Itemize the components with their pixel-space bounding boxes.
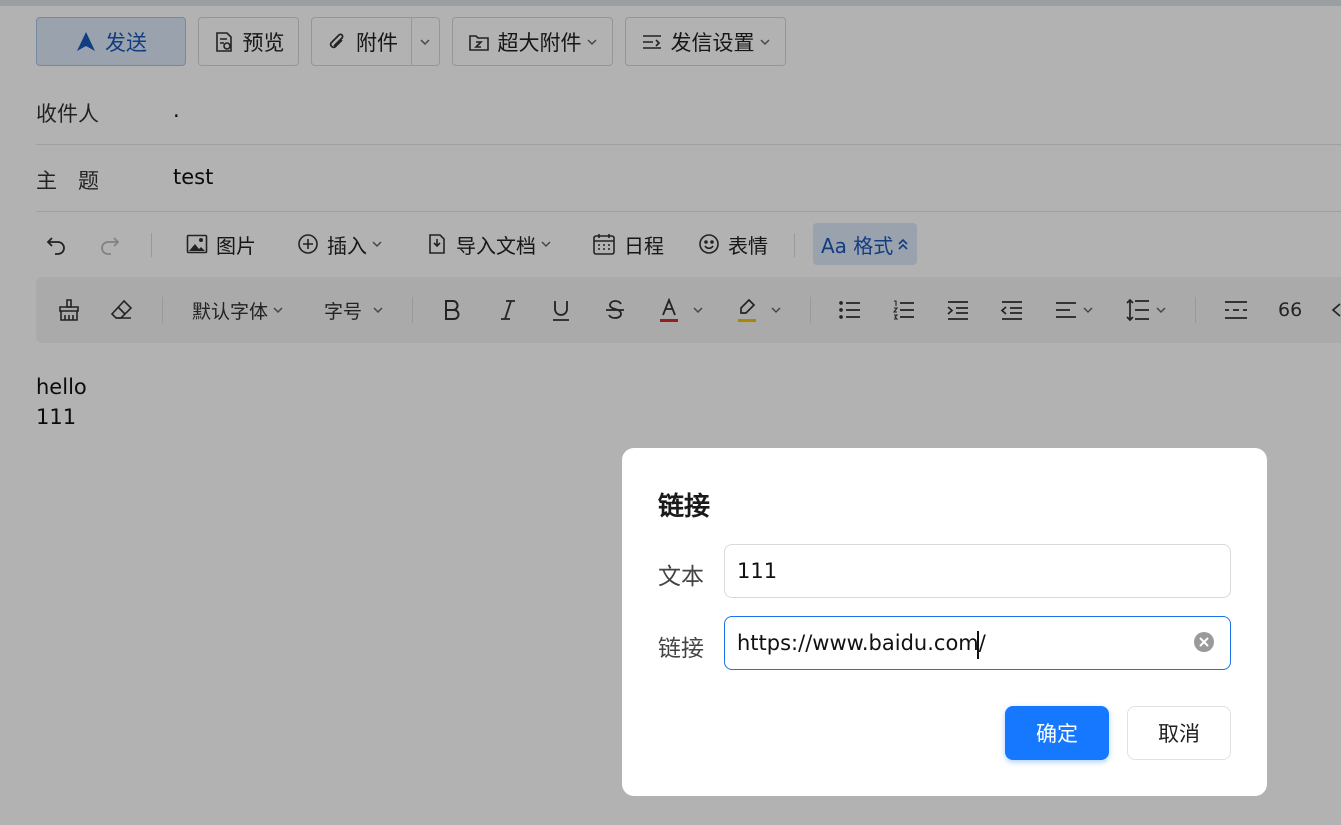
- link-field-label: 链接: [658, 636, 704, 662]
- dialog-title: 链接: [658, 492, 711, 522]
- text-field-label: 文本: [658, 564, 704, 590]
- link-dialog: 链接 文本 链接 确定 取消: [622, 448, 1267, 796]
- cancel-button[interactable]: 取消: [1127, 706, 1231, 760]
- clear-input-icon[interactable]: [1192, 630, 1216, 654]
- link-text-input[interactable]: [724, 544, 1231, 598]
- confirm-button[interactable]: 确定: [1005, 706, 1109, 760]
- text-cursor: [977, 631, 979, 659]
